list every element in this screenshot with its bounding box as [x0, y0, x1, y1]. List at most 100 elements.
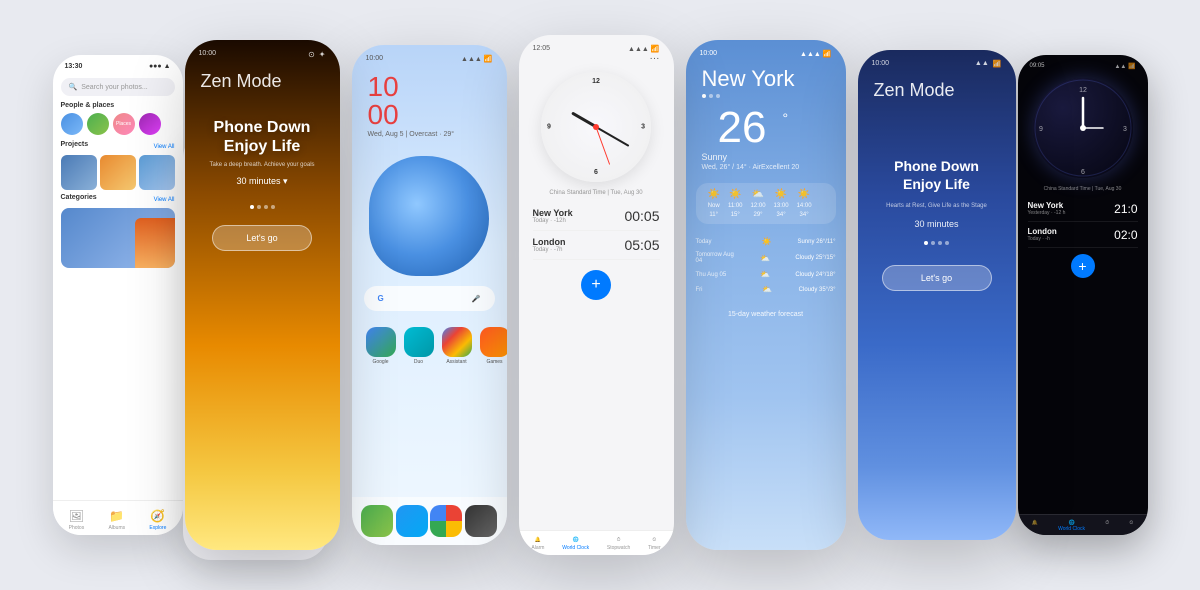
duo-icon — [404, 327, 434, 357]
dark-newyork-info: New York Yesterday · -12 h — [1028, 201, 1066, 216]
clock-num-3: 3 — [641, 124, 645, 131]
hourly-temp-4: 34° — [777, 212, 786, 218]
zen2-headline: Phone DownEnjoy Life — [858, 107, 1016, 199]
clock-num-12: 12 — [592, 78, 600, 85]
wc-newyork-info: New York Today · -12h — [533, 208, 573, 224]
hourly-temp-2: 15° — [731, 212, 740, 218]
wc-newyork-rel: Today · -12h — [533, 218, 573, 224]
wc-london-rel: Today · -7h — [533, 247, 566, 253]
thumb-1 — [61, 155, 97, 190]
hourly-temp-1: 11° — [709, 212, 718, 218]
app-google[interactable]: Google — [366, 327, 396, 365]
dark-tab-worldclock[interactable]: 🌐 World Clock — [1058, 520, 1085, 532]
dark-clock-svg: 12 3 6 9 — [1033, 78, 1133, 178]
zen2-icon-2: 📶 — [993, 60, 1002, 68]
games-icon — [480, 327, 507, 357]
hourly-time-3: 12:00 — [751, 203, 766, 209]
dark-world-clock: New York Yesterday · -12 h 21:0 London T… — [1018, 196, 1148, 248]
wdot-2 — [709, 94, 713, 98]
zen-icon-1: ⊙ — [308, 50, 315, 59]
zen2-letsgo-button[interactable]: Let's go — [882, 265, 992, 291]
clock-face: 12 3 6 9 — [541, 72, 651, 182]
launcher-search[interactable]: G 🎤 — [364, 286, 495, 311]
phone-weather: 10:00 ▲▲▲ 📶 New York 26 ° Sunny Wed, 26°… — [686, 40, 846, 550]
clock-num-6: 6 — [594, 169, 598, 176]
wdot-1 — [702, 94, 706, 98]
photos-search[interactable]: 🔍 Search your photos... — [61, 78, 175, 96]
dark-london-rel: Today · -h — [1028, 236, 1057, 242]
google-label: Google — [366, 359, 396, 365]
world-clock-list: New York Today · -12h 00:05 London Today… — [519, 202, 674, 260]
projects-view-all[interactable]: View All — [154, 144, 175, 150]
app-games[interactable]: Games — [480, 327, 507, 365]
add-clock-button[interactable]: + — [581, 270, 611, 300]
zen-screen: 10:00 ⊙ ✦ Zen Mode Phone DownEnjoy Life … — [185, 40, 340, 550]
launcher-apps: Google Duo Assistant Games — [352, 319, 507, 373]
app-duo[interactable]: Duo — [404, 327, 434, 365]
mic-icon[interactable]: 🎤 — [472, 295, 481, 303]
zen-timer[interactable]: 30 minutes ▾ — [201, 176, 324, 187]
dark-signal: ▲▲ 📶 — [1114, 63, 1135, 70]
hourly-time-1: Now — [708, 203, 720, 209]
timer-label: Timer — [648, 545, 661, 551]
day-thu-temp: Cloudy 24°/18° — [795, 272, 835, 278]
tab-stopwatch[interactable]: ⏱ Stopwatch — [607, 537, 630, 551]
day-tomorrow-temp: Cloudy 25°/15° — [795, 255, 835, 261]
dark-clock-tabs: 🔔 🌐 World Clock ⏱ ⏲ — [1018, 514, 1148, 535]
launcher-blob — [369, 156, 489, 276]
hourly-icon-4: ☀️ — [775, 189, 787, 200]
photos-bottom-tabs: 🖼Photos 📁Albums 🧭Explore — [53, 500, 183, 535]
dock-chrome[interactable] — [430, 505, 462, 537]
phone-launcher: 10:00 ▲▲▲ 📶 10 00 Wed, Aug 5 | Overcast … — [352, 45, 507, 545]
day-thu-label: Thu Aug 05 — [696, 272, 736, 278]
wdot-3 — [716, 94, 720, 98]
clock-menu[interactable]: ··· — [519, 53, 674, 64]
zen-letsgo-button[interactable]: Let's go — [212, 225, 312, 251]
dock-browser[interactable] — [396, 505, 428, 537]
wc-london-info: London Today · -7h — [533, 237, 566, 253]
tab-photos[interactable]: 🖼Photos — [69, 509, 85, 531]
avatar-1 — [61, 113, 83, 135]
dark-clock-face: 12 3 6 9 — [1033, 78, 1133, 178]
weather-forecast-link[interactable]: 15-day weather forecast — [686, 303, 846, 326]
photos-screen: 13:30 ●●● ▲ 🔍 Search your photos... Peop… — [53, 55, 183, 535]
tab-albums[interactable]: 📁Albums — [108, 509, 125, 531]
categories-view-all[interactable]: View All — [154, 197, 175, 203]
dark-newyork-city: New York — [1028, 201, 1066, 210]
photos-status-bar: 13:30 ●●● ▲ — [53, 55, 183, 74]
dark-add-button[interactable]: + — [1071, 254, 1095, 278]
svg-text:3: 3 — [1123, 126, 1127, 133]
alarm-icon: 🔔 — [535, 537, 541, 543]
weather-temp: 26 — [702, 102, 783, 150]
dark-tab-stopwatch[interactable]: ⏱ — [1105, 520, 1109, 532]
dark-tab-alarm[interactable]: 🔔 — [1032, 520, 1038, 532]
tab-explore[interactable]: 🧭Explore — [149, 509, 166, 531]
photos-content: 🔍 Search your photos... People & places … — [53, 74, 183, 272]
day-tomorrow-label: Tomorrow Aug 04 — [696, 252, 736, 264]
tab-timer[interactable]: ⏲ Timer — [648, 537, 661, 551]
dock-camera[interactable] — [465, 505, 497, 537]
hourly-3: ⛅ 12:00 29° — [751, 189, 766, 218]
alarm-label: Alarm — [531, 545, 544, 551]
day-fri-label: Fri — [696, 287, 736, 293]
tab-worldclock[interactable]: 🌐 World Clock — [562, 537, 589, 551]
tab-alarm[interactable]: 🔔 Alarm — [531, 537, 544, 551]
wc-london: London Today · -7h 05:05 — [533, 231, 660, 260]
dark-newyork-rel: Yesterday · -12 h — [1028, 210, 1066, 216]
zen2-status: 10:00 ▲▲ 📶 — [858, 50, 1016, 68]
zen2-dot-1 — [924, 241, 928, 245]
svg-text:6: 6 — [1081, 169, 1085, 176]
zen2-dot-4 — [945, 241, 949, 245]
hourly-1: ☀️ Now 11° — [708, 189, 720, 218]
hourly-temp-3: 29° — [754, 212, 763, 218]
hourly-time-5: 14:00 — [797, 203, 812, 209]
launcher-big-time: 10 00 — [352, 63, 507, 131]
weather-desc: Sunny — [686, 150, 846, 164]
zen-icon-2: ✦ — [319, 50, 326, 59]
weather-time: 10:00 — [700, 50, 718, 58]
people-places-title: People & places — [61, 102, 175, 109]
app-assistant[interactable]: Assistant — [442, 327, 472, 365]
dock-phone[interactable] — [361, 505, 393, 537]
zen2-time: 10:00 — [872, 60, 890, 68]
dark-tab-timer[interactable]: ⏲ — [1129, 520, 1133, 532]
